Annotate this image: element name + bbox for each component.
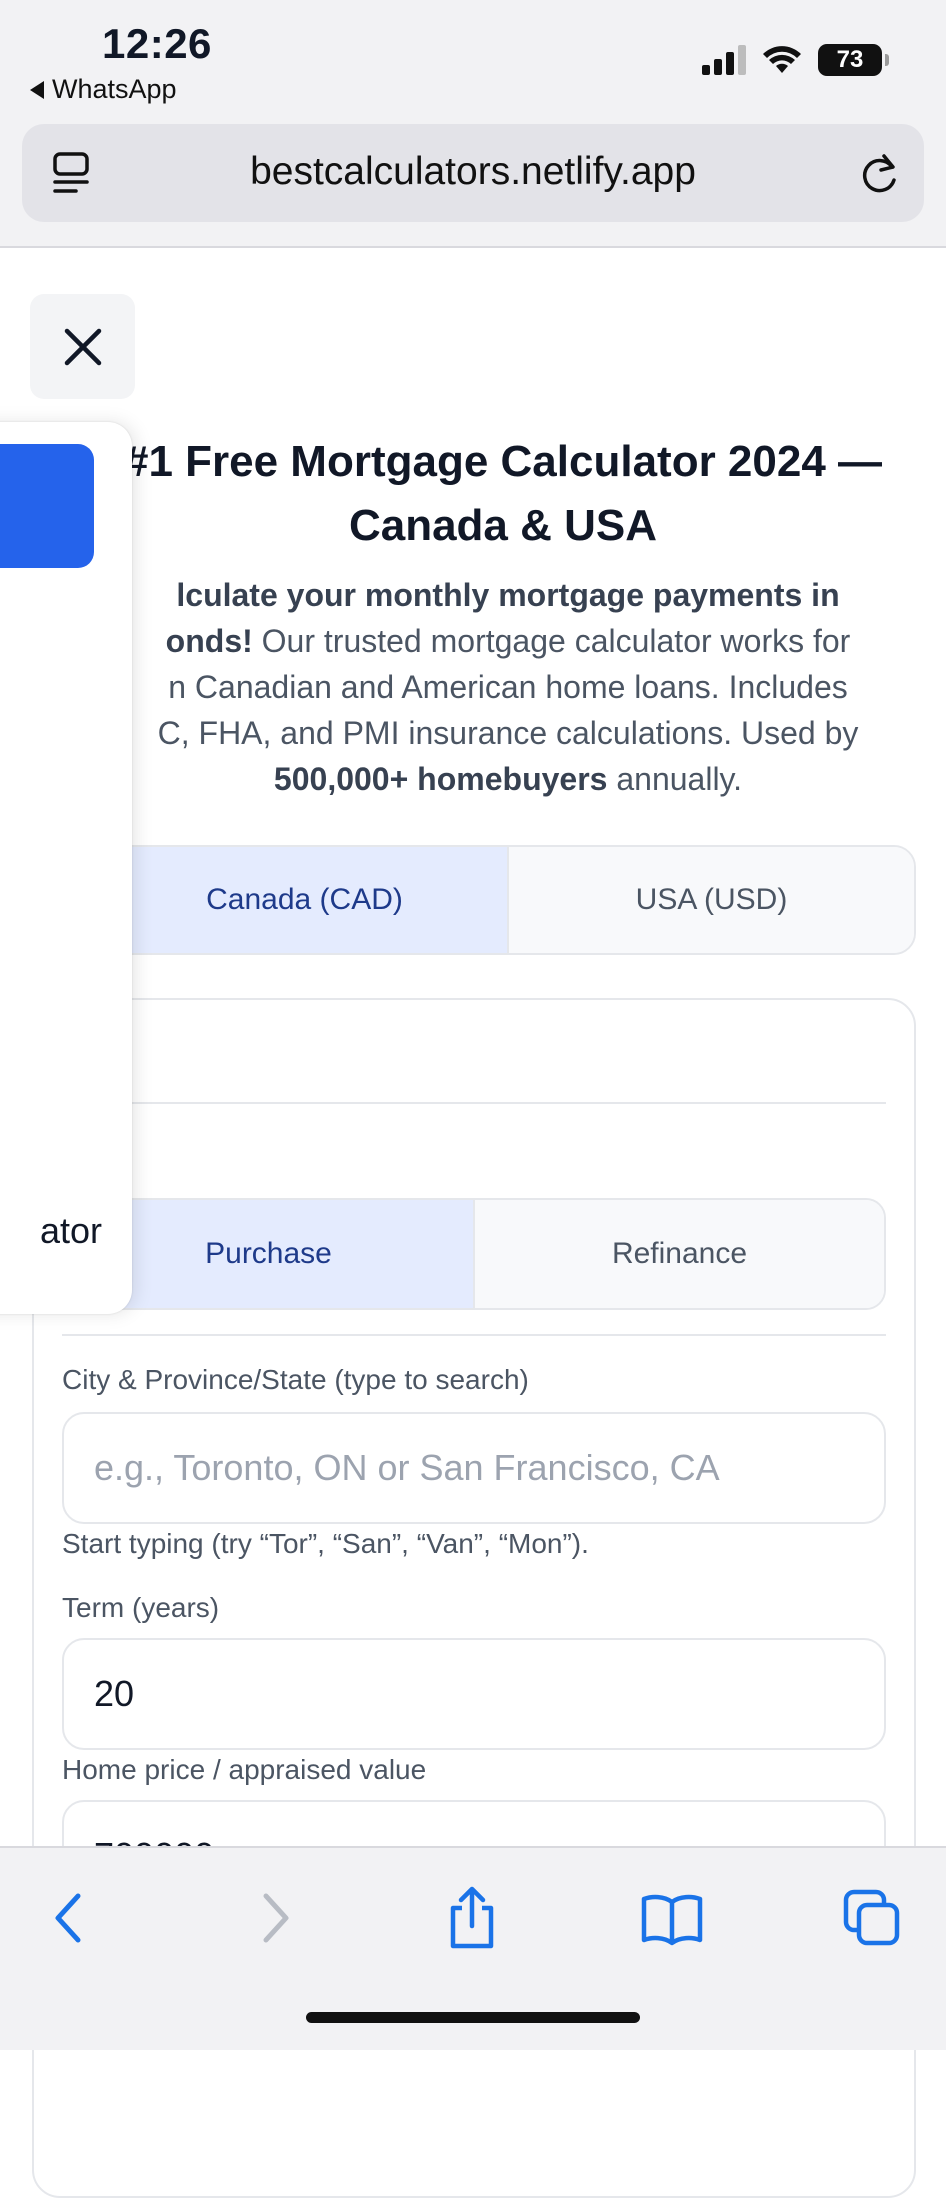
- tab-refinance[interactable]: Refinance: [473, 1200, 884, 1308]
- back-app-label: WhatsApp: [52, 74, 177, 104]
- battery-level: 73: [836, 46, 864, 73]
- wifi-icon: [763, 46, 801, 73]
- desc-text-1: Our trusted mortgage calculator works fo…: [252, 623, 851, 659]
- tabs-icon: [843, 1889, 900, 1946]
- bookmarks-button[interactable]: [640, 1886, 704, 1950]
- status-bar: 12:26 WhatsApp 73: [0, 0, 946, 120]
- home-indicator[interactable]: [306, 2012, 640, 2023]
- term-input[interactable]: [94, 1640, 854, 1748]
- price-label: Home price / appraised value: [62, 1754, 427, 1785]
- back-button[interactable]: [38, 1886, 102, 1950]
- back-to-app-link[interactable]: WhatsApp: [30, 74, 177, 105]
- divider: [62, 1334, 886, 1336]
- battery-icon: 73: [818, 44, 889, 76]
- chevron-right-icon: [263, 1893, 289, 1943]
- desc-text-2: n Canadian and American home loans. Incl…: [168, 669, 848, 705]
- tab-canada[interactable]: Canada (CAD): [102, 847, 507, 953]
- city-input[interactable]: [94, 1414, 854, 1522]
- city-label: City & Province/State (type to search): [62, 1364, 529, 1395]
- drawer-nav-label: ator: [39, 1210, 102, 1251]
- close-icon: [64, 328, 101, 365]
- chevron-left-icon: [55, 1893, 81, 1943]
- close-menu-button[interactable]: [30, 294, 135, 399]
- browser-address-area: bestcalculators.netlify.app: [0, 120, 946, 248]
- drawer-nav-item[interactable]: ator: [0, 1202, 102, 1262]
- side-drawer: ator: [0, 422, 132, 1314]
- back-triangle-icon: [30, 80, 44, 99]
- desc-text-3: C, FHA, and PMI insurance calculations. …: [157, 715, 859, 751]
- drawer-primary-button[interactable]: [0, 444, 94, 568]
- status-icons: 73: [702, 44, 889, 76]
- page-description: lculate your monthly mortgage payments i…: [100, 572, 916, 802]
- status-time: 12:26: [102, 20, 212, 67]
- desc-bold-3: 500,000+ homebuyers: [273, 761, 608, 797]
- term-field: [62, 1638, 886, 1750]
- desc-bold-1: lculate your monthly mortgage payments i…: [176, 577, 840, 613]
- page-title: #1 Free Mortgage Calculator 2024 — Canad…: [123, 437, 883, 550]
- reload-icon[interactable]: [858, 150, 902, 196]
- share-icon: [450, 1886, 494, 1949]
- url-text[interactable]: bestcalculators.netlify.app: [22, 150, 924, 194]
- city-hint: Start typing (try “Tor”, “San”, “Van”, “…: [62, 1528, 589, 1559]
- city-field: [62, 1412, 886, 1524]
- desc-bold-2: onds!: [165, 623, 253, 659]
- term-label: Term (years): [62, 1592, 220, 1623]
- tabs-button[interactable]: [840, 1886, 904, 1950]
- book-icon: [641, 1894, 703, 1946]
- cellular-signal-icon: [702, 45, 746, 75]
- scenario-toggle: Purchase Refinance: [62, 1198, 886, 1310]
- tab-usa[interactable]: USA (USD): [507, 847, 914, 953]
- desc-text-4: annually.: [607, 761, 743, 797]
- forward-button[interactable]: [242, 1886, 306, 1950]
- divider: [62, 1102, 886, 1104]
- country-toggle: Canada (CAD) USA (USD): [100, 845, 916, 955]
- address-bar[interactable]: bestcalculators.netlify.app: [22, 124, 924, 222]
- share-button[interactable]: [440, 1886, 504, 1950]
